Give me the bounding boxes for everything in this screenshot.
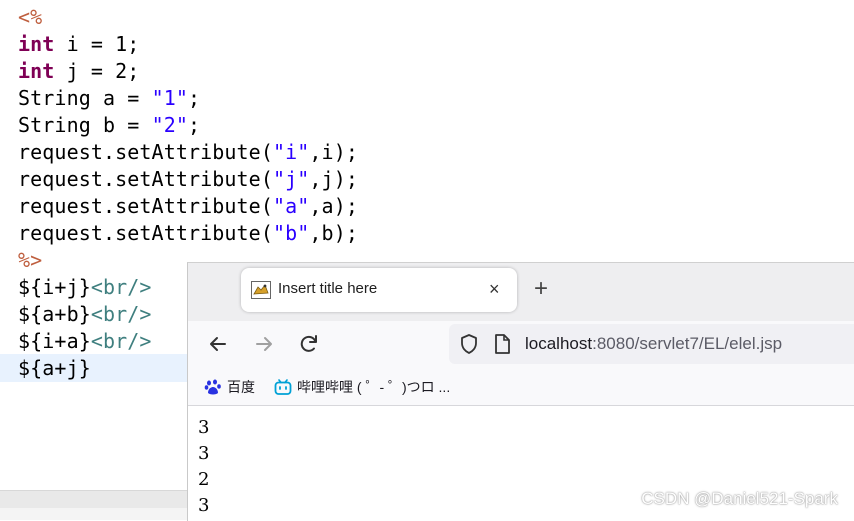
output-line: 2 bbox=[198, 469, 210, 490]
bookmark-baidu[interactable]: 百度 bbox=[204, 377, 255, 397]
code-line[interactable]: String a = "1"; bbox=[18, 85, 200, 112]
jsp-delimiter: %> bbox=[18, 248, 43, 272]
code-token: ; bbox=[188, 113, 201, 137]
page-info-icon[interactable] bbox=[492, 333, 512, 355]
code-token: ${i+j} bbox=[18, 275, 91, 299]
code-line[interactable]: String b = "2"; bbox=[18, 112, 200, 139]
navigation-bar: localhost:8080/servlet7/EL/elel.jsp bbox=[188, 321, 854, 369]
code-token: ${a+b} bbox=[18, 302, 91, 326]
html-tag-token: <br/> bbox=[90, 302, 152, 326]
bookmark-label: 哔哩哔哩 ( ゜- ゜)つロ ... bbox=[297, 379, 451, 395]
reload-icon[interactable] bbox=[294, 329, 324, 359]
code-line[interactable]: int i = 1; bbox=[18, 31, 139, 58]
address-bar[interactable]: localhost:8080/servlet7/EL/elel.jsp bbox=[449, 324, 854, 364]
code-line[interactable]: <% bbox=[18, 4, 42, 31]
bilibili-icon bbox=[274, 378, 292, 396]
output-line: 3 bbox=[198, 495, 210, 516]
code-token: ,i); bbox=[309, 140, 358, 164]
string-token: "2" bbox=[151, 113, 188, 137]
tab-title: Insert title here bbox=[278, 280, 378, 297]
baidu-paw-icon bbox=[204, 378, 222, 396]
jsp-delimiter: <% bbox=[18, 5, 43, 29]
code-line[interactable]: ${a+j} bbox=[18, 355, 91, 382]
string-token: "b" bbox=[272, 221, 310, 245]
code-line[interactable]: ${i+a}<br/> bbox=[18, 328, 152, 355]
code-token: ${a+j} bbox=[18, 356, 91, 380]
code-token: String a = bbox=[18, 86, 152, 110]
forward-arrow-icon[interactable] bbox=[249, 329, 279, 359]
editor-status-strip bbox=[0, 508, 190, 520]
editor-horizontal-scrollbar[interactable] bbox=[0, 490, 190, 509]
code-token: ,b); bbox=[309, 221, 358, 245]
code-token: String b = bbox=[18, 113, 152, 137]
keyword-token: int bbox=[18, 32, 55, 56]
code-line[interactable]: %> bbox=[18, 247, 42, 274]
code-token: ,j); bbox=[309, 167, 358, 191]
output-line: 3 bbox=[198, 417, 210, 438]
code-line[interactable]: int j = 2; bbox=[18, 58, 139, 85]
code-token: j = 2; bbox=[54, 59, 140, 83]
string-token: "a" bbox=[272, 194, 310, 218]
string-token: "j" bbox=[272, 167, 310, 191]
bookmark-label: 百度 bbox=[227, 379, 255, 395]
output-line: 3 bbox=[198, 443, 210, 464]
code-token: ,a); bbox=[309, 194, 358, 218]
code-token: ${i+a} bbox=[18, 329, 91, 353]
bookmarks-toolbar: 百度 哔哩哔哩 ( ゜- ゜)つロ ... bbox=[188, 369, 854, 406]
tab-strip: Insert title here × + bbox=[188, 263, 854, 321]
back-arrow-icon[interactable] bbox=[203, 329, 233, 359]
url-host: localhost bbox=[525, 334, 593, 353]
html-tag-token: <br/> bbox=[90, 329, 152, 353]
code-line[interactable]: ${a+b}<br/> bbox=[18, 301, 152, 328]
url-text[interactable]: localhost:8080/servlet7/EL/elel.jsp bbox=[525, 334, 782, 354]
csdn-watermark: CSDN @Daniel521-Spark bbox=[641, 489, 838, 508]
code-token: request.setAttribute( bbox=[18, 194, 273, 218]
code-line[interactable]: request.setAttribute("j",j); bbox=[18, 166, 358, 193]
code-line[interactable]: request.setAttribute("i",i); bbox=[18, 139, 358, 166]
shield-icon[interactable] bbox=[458, 333, 480, 355]
code-token: request.setAttribute( bbox=[18, 167, 273, 191]
tomcat-favicon-icon bbox=[251, 281, 271, 299]
url-path: :8080/servlet7/EL/elel.jsp bbox=[592, 334, 783, 353]
code-token: request.setAttribute( bbox=[18, 221, 273, 245]
keyword-token: int bbox=[18, 59, 55, 83]
tab-insert-title[interactable]: Insert title here × bbox=[241, 268, 517, 312]
code-line[interactable]: request.setAttribute("b",b); bbox=[18, 220, 358, 247]
close-tab-icon[interactable]: × bbox=[489, 279, 500, 300]
code-token: ; bbox=[188, 86, 201, 110]
code-line[interactable]: request.setAttribute("a",a); bbox=[18, 193, 358, 220]
string-token: "1" bbox=[151, 86, 188, 110]
code-line[interactable]: ${i+j}<br/> bbox=[18, 274, 152, 301]
bookmark-bilibili[interactable]: 哔哩哔哩 ( ゜- ゜)つロ ... bbox=[274, 377, 450, 397]
browser-window: Insert title here × + localhost:8080/ser… bbox=[187, 262, 854, 521]
html-tag-token: <br/> bbox=[90, 275, 152, 299]
string-token: "i" bbox=[272, 140, 310, 164]
new-tab-button[interactable]: + bbox=[534, 275, 548, 303]
code-token: request.setAttribute( bbox=[18, 140, 273, 164]
code-token: i = 1; bbox=[54, 32, 140, 56]
